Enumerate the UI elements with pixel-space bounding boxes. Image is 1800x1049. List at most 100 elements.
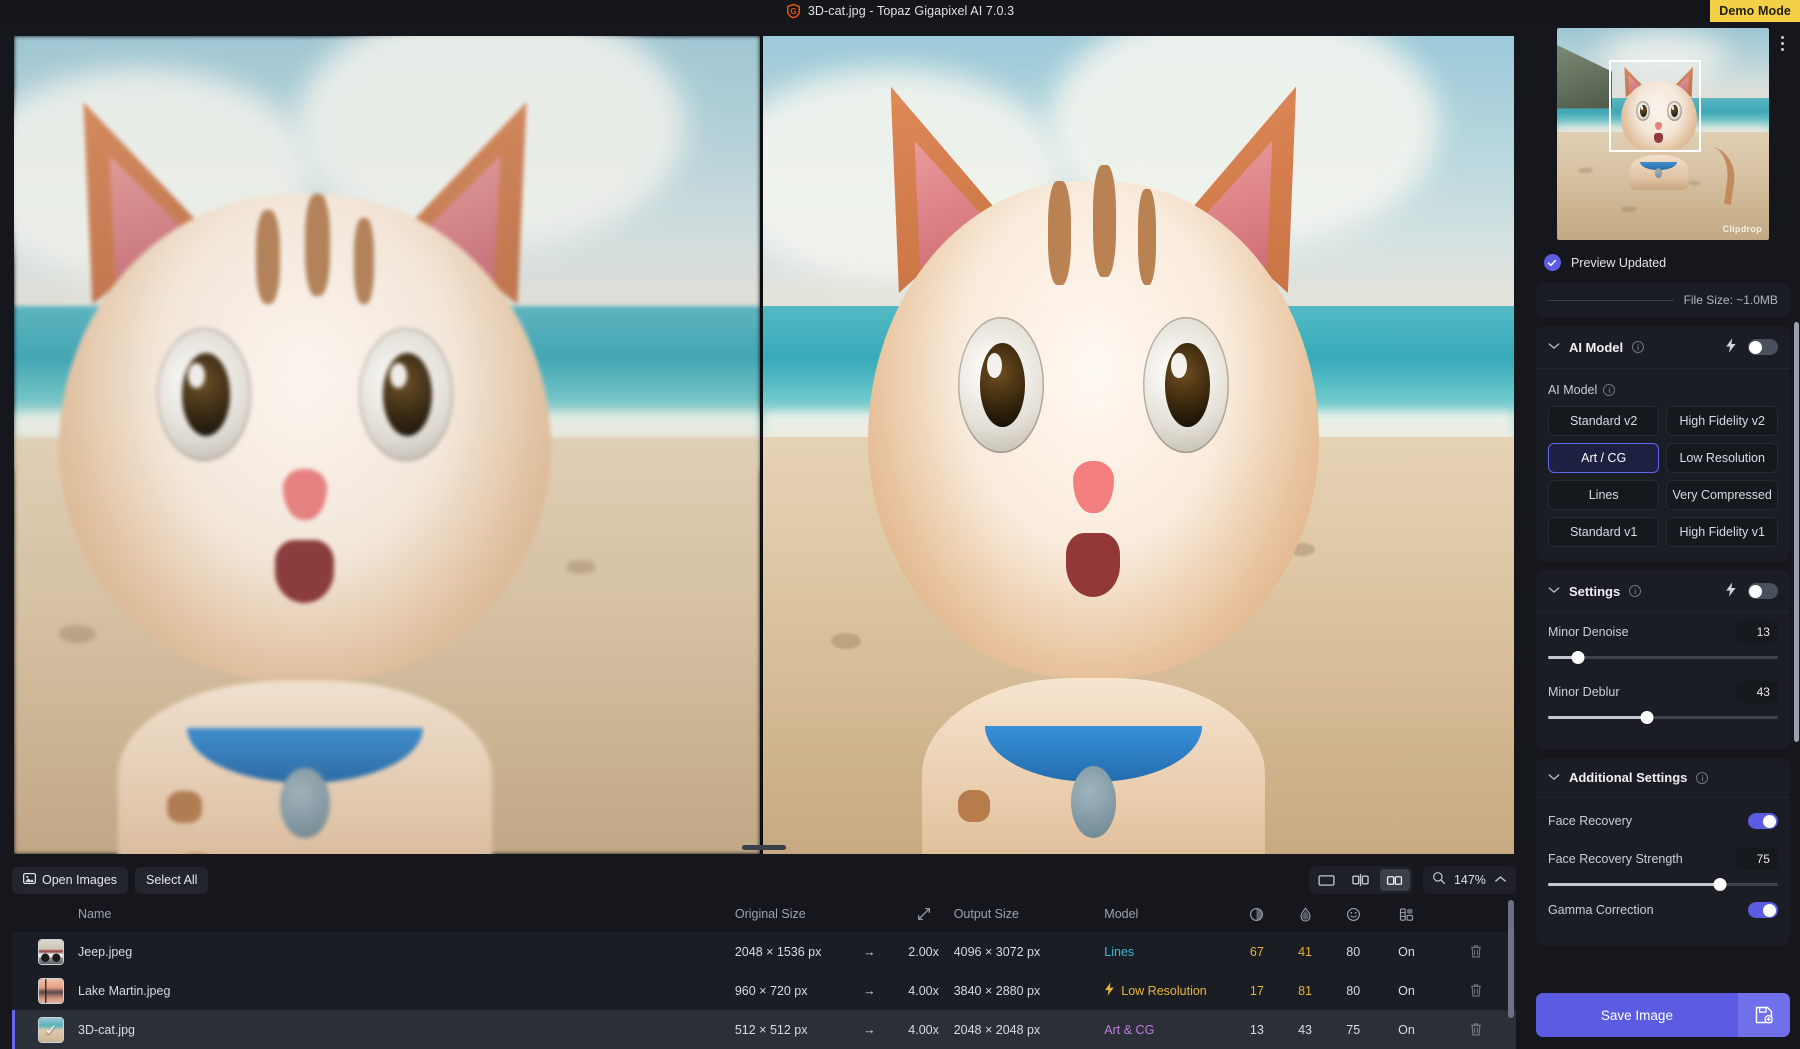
model-option-low-resolution[interactable]: Low Resolution (1666, 443, 1778, 473)
face-recovery-strength-value[interactable]: 75 (1736, 848, 1778, 870)
cell-name[interactable]: ✓ 3D-cat.jpg (12, 1010, 735, 1049)
lightning-icon[interactable] (1725, 338, 1737, 356)
chevron-up-icon[interactable] (1494, 871, 1507, 889)
info-icon[interactable]: i (1629, 585, 1641, 597)
more-options-icon[interactable] (1781, 36, 1784, 51)
face-recovery-strength-slider[interactable] (1548, 883, 1778, 886)
model-option-high-fidelity-v1[interactable]: High Fidelity v1 (1666, 517, 1778, 547)
minor-deblur-slider[interactable] (1548, 716, 1778, 719)
cell-deblur[interactable]: 81 (1281, 971, 1329, 1010)
ai-model-section-header[interactable]: AI Model i (1536, 326, 1790, 368)
single-view-button[interactable] (1312, 869, 1342, 891)
info-icon[interactable]: i (1696, 772, 1708, 784)
header-model[interactable]: Model (1104, 896, 1233, 932)
zoom-control[interactable]: 147% (1423, 866, 1516, 894)
cell-extra[interactable]: On (1377, 932, 1435, 971)
crop-region-rect[interactable] (1609, 60, 1701, 152)
table-row[interactable]: Lake Martin.jpeg 960 × 720 px → 4.00x 38… (12, 971, 1516, 1010)
ai-model-toggle[interactable] (1748, 339, 1778, 355)
cell-extra[interactable]: On (1377, 1010, 1435, 1049)
open-images-button[interactable]: Open Images (12, 867, 128, 894)
droplet-icon (1281, 907, 1329, 922)
cell-scale[interactable]: 4.00x (893, 971, 953, 1010)
check-icon: ✓ (39, 1018, 63, 1042)
minor-deblur-value[interactable]: 43 (1736, 681, 1778, 703)
cell-model[interactable]: Lines (1104, 932, 1233, 971)
chevron-down-icon[interactable] (1548, 585, 1560, 597)
header-scale-icon-cell (893, 896, 953, 932)
face-recovery-strength-label: Face Recovery Strength (1548, 852, 1683, 866)
cell-denoise[interactable]: 17 (1233, 971, 1281, 1010)
header-output-size[interactable]: Output Size (954, 896, 1105, 932)
cell-denoise[interactable]: 67 (1233, 932, 1281, 971)
save-as-icon[interactable] (1738, 993, 1790, 1037)
model-option-standard-v2[interactable]: Standard v2 (1548, 406, 1660, 436)
cell-deblur[interactable]: 41 (1281, 932, 1329, 971)
upscaled-cat-subject (868, 52, 1319, 854)
chevron-down-icon[interactable] (1548, 341, 1560, 353)
horizontal-split-handle[interactable] (742, 845, 786, 850)
minor-denoise-value[interactable]: 13 (1736, 621, 1778, 643)
cell-scale[interactable]: 4.00x (893, 1010, 953, 1049)
cell-model[interactable]: Art & CG (1104, 1010, 1233, 1049)
check-circle-icon (1544, 254, 1561, 271)
cell-face[interactable]: 80 (1329, 971, 1377, 1010)
table-row[interactable]: Jeep.jpeg 2048 × 1536 px → 2.00x 4096 × … (12, 932, 1516, 971)
compare-panes (14, 36, 1514, 854)
ai-model-field-label: AI Model (1548, 383, 1597, 397)
info-icon[interactable]: i (1603, 384, 1615, 396)
table-row[interactable]: ✓ 3D-cat.jpg 512 × 512 px → 4.00x 2048 ×… (12, 1010, 1516, 1049)
additional-settings-section: Additional Settings i Face Recovery Face… (1536, 758, 1790, 945)
side-by-side-view-button[interactable] (1380, 869, 1410, 891)
cell-name[interactable]: Lake Martin.jpeg (12, 971, 735, 1010)
model-option-standard-v1[interactable]: Standard v1 (1548, 517, 1660, 547)
split-view-button[interactable] (1346, 869, 1376, 891)
upscaled-image-canvas[interactable] (763, 36, 1514, 854)
model-option-art-cg[interactable]: Art / CG (1548, 443, 1660, 473)
cell-denoise[interactable]: 13 (1233, 1010, 1281, 1049)
save-image-button[interactable]: Save Image (1536, 993, 1738, 1037)
select-all-button[interactable]: Select All (135, 867, 208, 894)
header-extra-cell (1377, 896, 1435, 932)
cell-face[interactable]: 75 (1329, 1010, 1377, 1049)
settings-title: Settings (1569, 584, 1620, 599)
cell-delete[interactable] (1436, 1010, 1516, 1049)
cell-extra[interactable]: On (1377, 971, 1435, 1010)
svg-text:G: G (790, 7, 796, 16)
trash-icon[interactable] (1436, 983, 1516, 998)
main-column: Open Images Select All (0, 22, 1528, 1049)
upscaled-preview-pane[interactable] (763, 36, 1514, 854)
settings-section-header[interactable]: Settings i (1536, 570, 1790, 612)
minor-denoise-slider[interactable] (1548, 656, 1778, 659)
gamma-correction-toggle[interactable] (1748, 902, 1778, 918)
navigator-preview-image[interactable]: Clipdrop (1557, 28, 1769, 240)
cell-delete[interactable] (1436, 932, 1516, 971)
additional-settings-header[interactable]: Additional Settings i (1536, 758, 1790, 797)
panel-scrollbar[interactable] (1794, 322, 1799, 742)
header-original-size[interactable]: Original Size (735, 896, 845, 932)
gamma-correction-row: Gamma Correction (1548, 902, 1778, 931)
face-recovery-toggle[interactable] (1748, 813, 1778, 829)
header-name[interactable]: Name (12, 896, 735, 932)
3d-cat-thumbnail: ✓ (38, 1017, 64, 1043)
cell-deblur[interactable]: 43 (1281, 1010, 1329, 1049)
cell-face[interactable]: 80 (1329, 932, 1377, 971)
cell-name[interactable]: Jeep.jpeg (12, 932, 735, 971)
lightning-icon[interactable] (1725, 582, 1737, 600)
trash-icon[interactable] (1436, 944, 1516, 959)
info-icon[interactable]: i (1632, 341, 1644, 353)
table-scrollbar[interactable] (1508, 900, 1514, 1018)
original-preview-pane[interactable] (14, 36, 760, 854)
original-image-canvas[interactable] (14, 36, 760, 854)
window-title: 3D-cat.jpg - Topaz Gigapixel AI 7.0.3 (808, 4, 1014, 18)
cell-scale[interactable]: 2.00x (893, 932, 953, 971)
trash-icon[interactable] (1436, 1022, 1516, 1037)
model-option-high-fidelity-v2[interactable]: High Fidelity v2 (1666, 406, 1778, 436)
settings-toggle[interactable] (1748, 583, 1778, 599)
cell-output-size: 3840 × 2880 px (954, 971, 1105, 1010)
chevron-down-icon[interactable] (1548, 772, 1560, 784)
model-option-very-compressed[interactable]: Very Compressed (1666, 480, 1778, 510)
cell-model[interactable]: Low Resolution (1104, 971, 1233, 1010)
cell-delete[interactable] (1436, 971, 1516, 1010)
model-option-lines[interactable]: Lines (1548, 480, 1660, 510)
